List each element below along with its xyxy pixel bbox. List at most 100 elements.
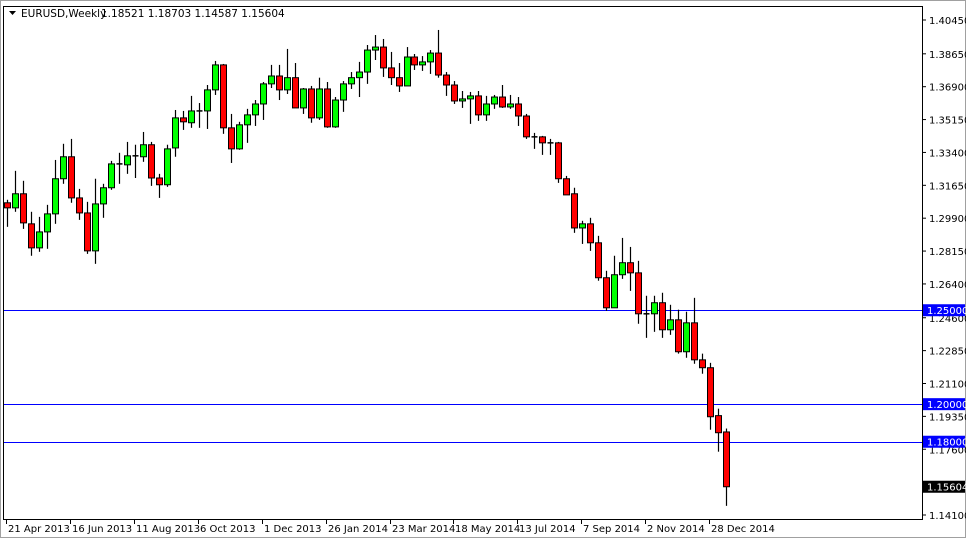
candle-body — [715, 415, 722, 434]
candle-body — [260, 83, 267, 105]
candle — [404, 47, 411, 87]
candle — [76, 188, 83, 220]
candle — [587, 217, 594, 251]
candle — [475, 91, 482, 121]
candle-body — [140, 144, 147, 158]
candle-body — [667, 319, 674, 331]
candle — [252, 100, 259, 126]
candle — [563, 175, 570, 196]
candle-body — [723, 431, 730, 488]
candle — [28, 211, 35, 256]
time-axis[interactable]: 21 Apr 2013 16 Jun 2013 11 Aug 2013 6 Oct 2… — [6, 520, 775, 535]
y-tick-label: 1.22850 — [929, 347, 966, 358]
candle — [372, 35, 379, 61]
candle — [84, 201, 91, 254]
candle — [212, 60, 219, 95]
candle — [220, 63, 227, 134]
triangle-down-icon[interactable] — [9, 11, 16, 15]
candle-body — [52, 178, 59, 215]
candle — [419, 56, 426, 71]
candle-body — [316, 88, 323, 119]
hline-price-label: 1.20000 — [927, 400, 966, 411]
candle-body — [108, 163, 115, 189]
candle — [68, 138, 75, 203]
candle — [451, 81, 458, 104]
candle — [348, 72, 355, 89]
x-tick-label: 28 Dec 2014 — [711, 524, 775, 535]
candle — [92, 178, 99, 264]
candle-body — [188, 110, 195, 124]
candle — [699, 353, 706, 374]
candle-body — [100, 187, 107, 205]
candle-body — [60, 156, 67, 180]
y-tick-label: 1.38650 — [929, 50, 966, 61]
candle — [635, 260, 642, 324]
candle — [228, 113, 235, 163]
candle — [332, 97, 339, 128]
candle-body — [268, 75, 275, 85]
candle-body — [539, 136, 546, 144]
candle-body — [635, 272, 642, 315]
candle-body — [84, 212, 91, 252]
price-axis[interactable]: 1.40450 1.38650 1.36900 1.35150 1.33400 1.316… — [922, 16, 966, 522]
candle — [100, 183, 107, 218]
candle-body — [675, 319, 682, 353]
candle-body — [683, 322, 690, 353]
candle — [579, 220, 586, 244]
candle-body — [467, 95, 474, 100]
candle-body — [451, 84, 458, 102]
candle-body — [587, 223, 594, 244]
candle-body — [44, 213, 51, 233]
candle — [316, 77, 323, 120]
candle-body — [499, 96, 506, 108]
candle — [148, 141, 155, 186]
candle — [643, 295, 650, 338]
y-tick-label: 1.28150 — [929, 247, 966, 258]
candle — [132, 144, 139, 178]
candle — [284, 48, 291, 95]
chart-header: EURUSD,Weekly 1.18521 1.18703 1.14587 1.… — [9, 8, 285, 20]
x-tick-label: 21 Apr 2013 — [8, 524, 70, 535]
candle-body — [611, 274, 618, 309]
x-tick-label: 6 Oct 2013 — [200, 524, 255, 535]
candle — [411, 54, 418, 70]
candle-body — [388, 67, 395, 79]
x-tick-label: 7 Sep 2014 — [583, 524, 640, 535]
candle-body — [36, 231, 43, 249]
candle-body — [252, 103, 259, 116]
candle-body — [364, 49, 371, 73]
candle — [571, 187, 578, 233]
chart-window: 1.40450 1.38650 1.36900 1.35150 1.33400 1.316… — [0, 0, 966, 538]
candle-body — [204, 89, 211, 112]
candle-body — [348, 77, 355, 85]
candle-body — [244, 114, 251, 126]
candle — [659, 292, 666, 338]
y-tick-label: 1.19350 — [929, 412, 966, 423]
y-tick-label: 1.35150 — [929, 116, 966, 127]
x-tick-label: 13 Jul 2014 — [519, 524, 576, 535]
candle-body — [164, 148, 171, 186]
x-tick-label: 16 Jun 2013 — [72, 524, 132, 535]
candle — [427, 50, 434, 74]
y-tick-label: 1.33400 — [929, 148, 966, 159]
candle-body — [396, 77, 403, 87]
candle — [20, 180, 27, 229]
candle-body — [356, 71, 363, 79]
candle-body — [483, 103, 490, 116]
candle-body — [220, 64, 227, 129]
candle-body — [435, 52, 442, 76]
candle — [4, 199, 11, 227]
candle-body — [180, 117, 187, 123]
candle-body — [236, 124, 243, 150]
candle — [36, 216, 43, 252]
candle-body — [707, 367, 714, 418]
candle-body — [603, 277, 610, 309]
candle-body — [156, 177, 163, 186]
candle-body — [92, 203, 99, 252]
candle — [188, 95, 195, 128]
y-tick-label: 1.31650 — [929, 181, 966, 192]
candlestick-chart[interactable]: 1.40450 1.38650 1.36900 1.35150 1.33400 1.316… — [1, 1, 966, 539]
y-tick-label: 1.14100 — [929, 511, 966, 522]
y-tick-label: 1.29900 — [929, 214, 966, 225]
candle — [388, 51, 395, 85]
